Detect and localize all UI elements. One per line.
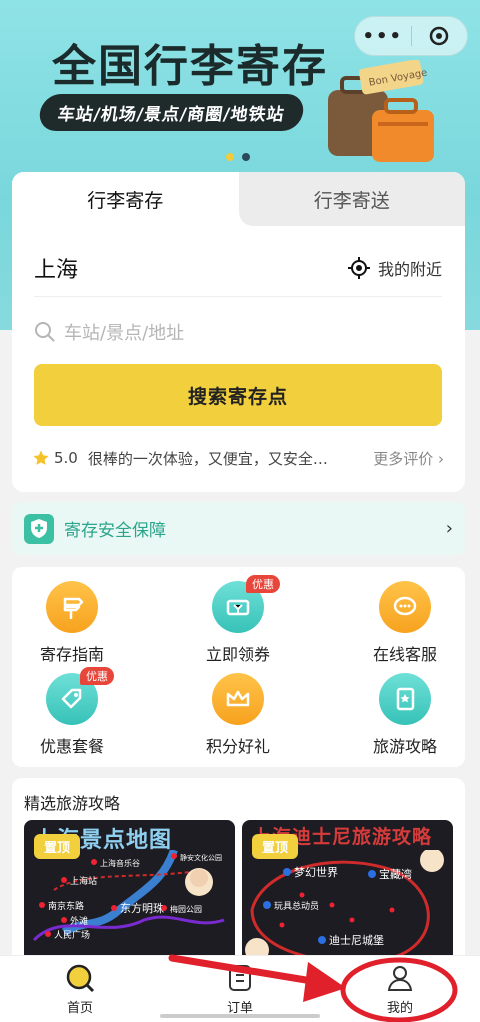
grid-item-label: 在线客服 (372, 645, 437, 664)
map-label: 静安文化公园 (180, 853, 222, 862)
grid-item-discount-package[interactable]: 优惠 优惠套餐 (12, 667, 132, 757)
nearby-label: 我的附近 (377, 260, 442, 279)
map-label: 宝藏湾 (379, 867, 412, 881)
map-label: 人民广场 (54, 929, 90, 941)
order-icon (229, 964, 251, 991)
tab-label: 首页 (66, 1000, 93, 1016)
grid-item-label: 旅游攻略 (372, 737, 437, 756)
service-grid: 寄存指南 优惠 立即领券 在线客服 优惠 优惠套餐 积分好礼 旅游攻略 (12, 567, 465, 767)
banner-title: 全国行李寄存 (52, 41, 328, 92)
home-search-icon (66, 964, 95, 992)
service-tabs: 行李寄存 行李寄送 (12, 172, 465, 226)
map-label: 迪士尼城堡 (329, 933, 384, 947)
star-icon (33, 450, 49, 465)
crown-icon (212, 673, 264, 725)
tab-luggage-storage[interactable]: 行李寄存 (12, 172, 239, 226)
more-menu-button[interactable]: ••• (355, 26, 411, 47)
tab-home[interactable]: 首页 (0, 956, 160, 1022)
signpost-icon (46, 581, 98, 633)
grid-item-label: 立即领券 (205, 645, 270, 664)
map-label: 上海音乐谷 (100, 858, 140, 868)
pinned-badge: 置顶 (34, 834, 81, 859)
bottom-tab-bar: 首页 订单 我的 (0, 955, 480, 1022)
carousel-dot (242, 153, 250, 161)
banner-subtitle: 车站/机场/景点/商圈/地铁站 (37, 94, 306, 131)
discount-badge: 优惠 (80, 667, 114, 685)
chevron-right-icon: › (438, 449, 444, 468)
guide-card-disney[interactable]: 上海迪士尼旅游攻略 梦幻世界 宝藏湾 迪士尼城堡 玩具总动员 置顶 (242, 820, 453, 970)
pinned-badge: 置顶 (252, 834, 299, 859)
carousel-dot-active (226, 153, 234, 161)
more-reviews-label: 更多评价 (373, 449, 434, 468)
grid-item-online-support[interactable]: 在线客服 (345, 581, 465, 665)
guide-card-shanghai-map[interactable]: 上海景点地图 上海站 上海音乐谷 静安文化公园 东方明珠 梅园公园 南京东路 外… (24, 820, 235, 970)
mini-program-capsule: ••• (354, 16, 468, 56)
search-storage-button[interactable]: 搜索寄存点 (34, 364, 442, 426)
map-label: 东方明珠 (120, 901, 164, 915)
grid-item-storage-guide[interactable]: 寄存指南 (12, 581, 132, 665)
user-icon (387, 965, 413, 991)
tab-label: 订单 (226, 1000, 253, 1016)
map-illustration: 上海站 上海音乐谷 静安文化公园 东方明珠 梅园公园 南京东路 外滩 人民广场 (32, 850, 225, 942)
tab-orders[interactable]: 订单 (160, 956, 320, 1022)
coupon-icon: 优惠 (212, 575, 280, 633)
divider (34, 296, 442, 297)
location-row: 上海 我的附近 (34, 248, 442, 288)
review-score: 5.0 (54, 449, 78, 467)
search-placeholder: 车站/景点/地址 (64, 323, 185, 344)
tab-luggage-delivery[interactable]: 行李寄送 (238, 172, 465, 226)
grid-item-travel-guide[interactable]: 旅游攻略 (345, 673, 465, 757)
target-close-icon (430, 26, 449, 46)
map-label: 梅园公园 (170, 904, 202, 914)
safety-label: 寄存安全保障 (64, 521, 166, 541)
chat-icon (379, 581, 431, 633)
close-mini-program-button[interactable] (412, 25, 468, 47)
map-label: 梦幻世界 (294, 866, 338, 879)
luggage-illustration: Bon Voyage (328, 60, 434, 162)
grid-item-label: 积分好礼 (205, 737, 270, 756)
home-indicator (160, 1014, 320, 1018)
search-input[interactable]: 车站/景点/地址 (34, 314, 442, 350)
review-text: 很棒的一次体验，又便宜，又安全… (87, 449, 328, 468)
tab-label: 我的 (386, 1000, 413, 1016)
tag-icon: 优惠 (46, 667, 114, 725)
carousel-indicator (226, 153, 250, 161)
map-label: 上海站 (70, 875, 97, 887)
chevron-right-icon: › (445, 518, 453, 539)
section-title: 精选旅游攻略 (24, 794, 121, 813)
nearby-button[interactable]: 我的附近 (347, 256, 442, 280)
discount-badge: 优惠 (246, 575, 280, 593)
storage-safety-banner[interactable]: 寄存安全保障 › (12, 502, 465, 555)
more-reviews-link[interactable]: 更多评价 › (373, 448, 444, 469)
map-label: 玩具总动员 (274, 900, 319, 912)
grid-item-points-rewards[interactable]: 积分好礼 (178, 673, 298, 757)
map-label: 南京东路 (48, 900, 84, 912)
tab-profile[interactable]: 我的 (320, 956, 480, 1022)
city-selector[interactable]: 上海 (34, 252, 78, 284)
grid-item-label: 优惠套餐 (39, 737, 104, 756)
park-map-illustration: 梦幻世界 宝藏湾 迪士尼城堡 玩具总动员 (245, 850, 444, 964)
map-label: 外滩 (70, 915, 88, 927)
search-icon (35, 322, 55, 342)
grid-item-get-coupon[interactable]: 优惠 立即领券 (178, 575, 298, 665)
guidebook-icon (379, 673, 431, 725)
grid-item-label: 寄存指南 (39, 645, 104, 664)
review-summary[interactable]: 5.0 很棒的一次体验，又便宜，又安全… 更多评价 › (32, 446, 444, 470)
locate-icon (347, 257, 370, 279)
featured-guides: 精选旅游攻略 上海景点地图 上海站 上海音乐谷 静安文化公园 东方明珠 梅园公园… (12, 778, 465, 978)
shield-icon (24, 513, 54, 544)
search-card: 行李寄存 行李寄送 上海 我的附近 车站/景点/地址 搜索寄存点 5.0 很棒的… (12, 172, 465, 492)
